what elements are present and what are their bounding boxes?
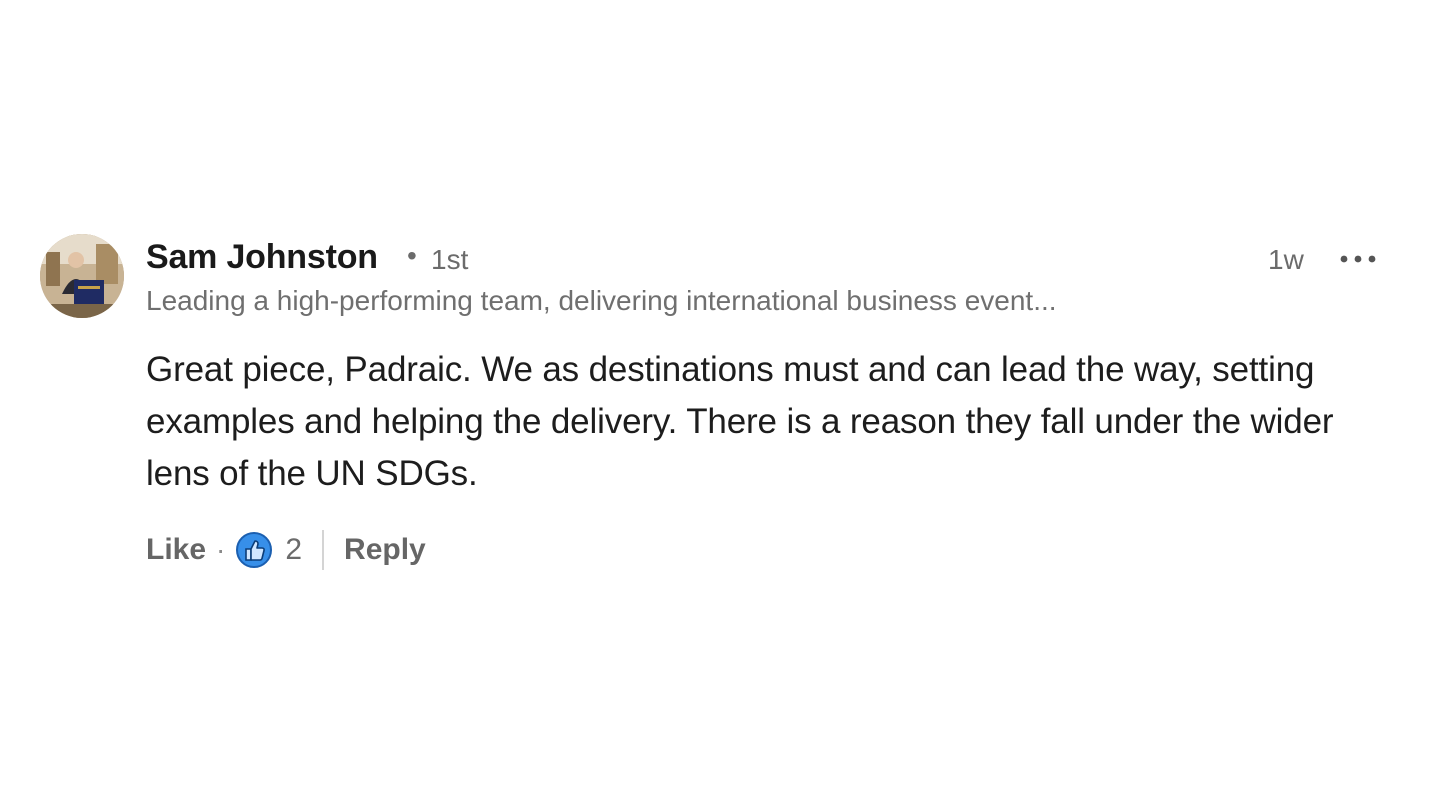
action-separator: · (216, 534, 226, 565)
more-horizontal-icon (1340, 255, 1376, 263)
author-name[interactable]: Sam Johnston (146, 238, 378, 277)
comment: Sam Johnston • 1st Leading a high-perfor… (40, 234, 1400, 584)
comment-body: Great piece, Padraic. We as destinations… (146, 350, 1334, 493)
like-button[interactable]: Like (146, 533, 206, 567)
avatar-photo (40, 234, 124, 318)
reaction-count[interactable]: 2 (285, 533, 302, 567)
author-headline: Leading a high-performing team, deliveri… (146, 285, 1057, 316)
avatar[interactable] (40, 234, 124, 318)
degree-separator: • (407, 240, 417, 271)
reply-button[interactable]: Reply (344, 533, 426, 567)
connection-degree: 1st (431, 244, 469, 275)
comment-actions: Like · 2 Reply (146, 528, 426, 572)
action-divider (322, 530, 325, 570)
thumbs-up-icon[interactable] (235, 531, 273, 569)
more-options-button[interactable] (1336, 242, 1380, 276)
comment-timestamp: 1w (1268, 244, 1304, 275)
